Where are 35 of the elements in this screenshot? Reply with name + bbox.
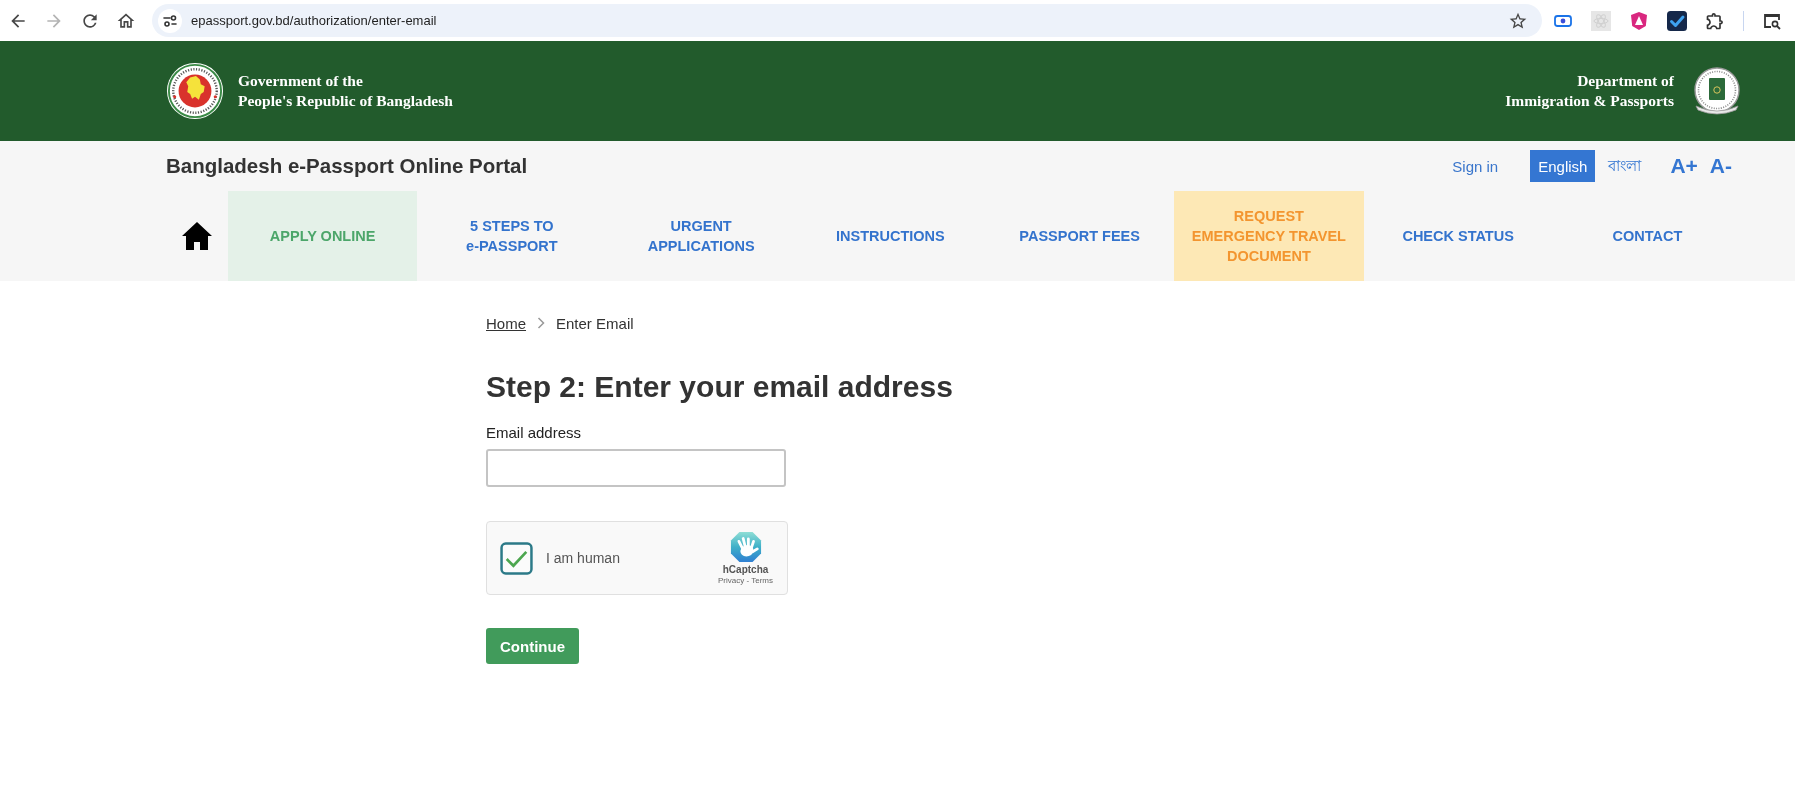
seal-logo-icon[interactable] bbox=[166, 62, 224, 120]
nav-link[interactable]: INSTRUCTIONS bbox=[795, 191, 985, 281]
checkmark-tile-icon[interactable] bbox=[1667, 10, 1687, 31]
department-title: Department of Immigration & Passports bbox=[1505, 71, 1674, 111]
home-icon[interactable] bbox=[181, 221, 213, 251]
email-input[interactable] bbox=[486, 449, 786, 487]
site-settings-icon[interactable] bbox=[158, 8, 182, 33]
continue-button[interactable]: Continue bbox=[486, 628, 579, 664]
captcha-brand: hCaptcha bbox=[722, 563, 769, 576]
nav-link[interactable]: 5 STEPS TO e-PASSPORT bbox=[417, 191, 607, 281]
passport-seal-icon[interactable] bbox=[1692, 66, 1742, 116]
sign-in-link[interactable]: Sign in bbox=[1452, 157, 1499, 175]
hand-logo-icon bbox=[729, 530, 762, 563]
government-title: Government of the People's Republic of Bangladesh bbox=[238, 71, 453, 111]
portal-title: Bangladesh e-Passport Online Portal bbox=[166, 154, 528, 178]
page-heading: Step 2: Enter your email address bbox=[486, 369, 953, 405]
captcha-links[interactable]: Privacy - Terms bbox=[718, 575, 773, 586]
captcha-checkbox[interactable] bbox=[500, 541, 533, 575]
nav-link[interactable]: URGENT APPLICATIONS bbox=[606, 191, 796, 281]
nav-link[interactable]: PASSPORT FEES bbox=[985, 191, 1175, 281]
chevron-icon bbox=[537, 317, 545, 329]
breadcrumb-current: Enter Email bbox=[556, 314, 634, 332]
language-button[interactable]: English bbox=[1530, 150, 1596, 182]
captcha-label: I am human bbox=[546, 550, 620, 566]
address-bar[interactable]: epassport.gov.bd/authorization/enter-email bbox=[152, 4, 1542, 37]
shield-icon[interactable] bbox=[1629, 10, 1649, 31]
language-button[interactable]: বাংলা bbox=[1600, 150, 1650, 182]
nav-link[interactable]: CHECK STATUS bbox=[1363, 191, 1553, 281]
font-size-button[interactable]: A- bbox=[1706, 154, 1735, 178]
email-label: Email address bbox=[486, 424, 582, 442]
nav-link[interactable]: CONTACT bbox=[1552, 191, 1742, 281]
font-size-button[interactable]: A+ bbox=[1667, 154, 1701, 178]
breadcrumb-link[interactable]: Home bbox=[486, 314, 526, 332]
nav-link[interactable]: APPLY ONLINE bbox=[228, 191, 418, 281]
puzzle-icon[interactable] bbox=[1705, 10, 1725, 31]
